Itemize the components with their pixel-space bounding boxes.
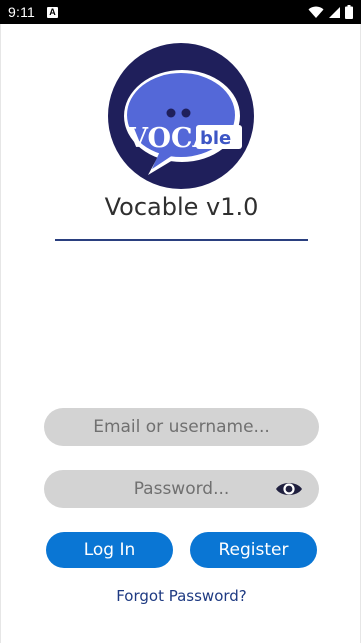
register-button[interactable]: Register — [190, 532, 317, 568]
forgot-password-link[interactable]: Forgot Password? — [1, 587, 361, 605]
wifi-icon — [308, 6, 324, 18]
app-logo: VOCA ble — [108, 43, 254, 189]
status-time: 9:11 — [8, 4, 36, 20]
signal-icon — [329, 6, 340, 18]
login-button[interactable]: Log In — [46, 532, 173, 568]
title-divider — [55, 239, 308, 241]
battery-icon — [345, 5, 353, 19]
notification-icon: A — [47, 6, 59, 18]
status-icons — [308, 5, 353, 19]
email-field[interactable] — [44, 408, 319, 446]
status-bar: 9:11 A — [0, 0, 361, 24]
password-visibility-toggle[interactable] — [274, 476, 304, 502]
login-screen: VOCA ble Vocable v1.0 Log In Register Fo… — [0, 24, 361, 643]
chat-bubble-logo-icon: VOCA ble — [124, 70, 242, 175]
app-title: Vocable v1.0 — [104, 193, 259, 221]
eye-icon — [276, 483, 302, 495]
logo-text-suffix: ble — [200, 128, 231, 149]
